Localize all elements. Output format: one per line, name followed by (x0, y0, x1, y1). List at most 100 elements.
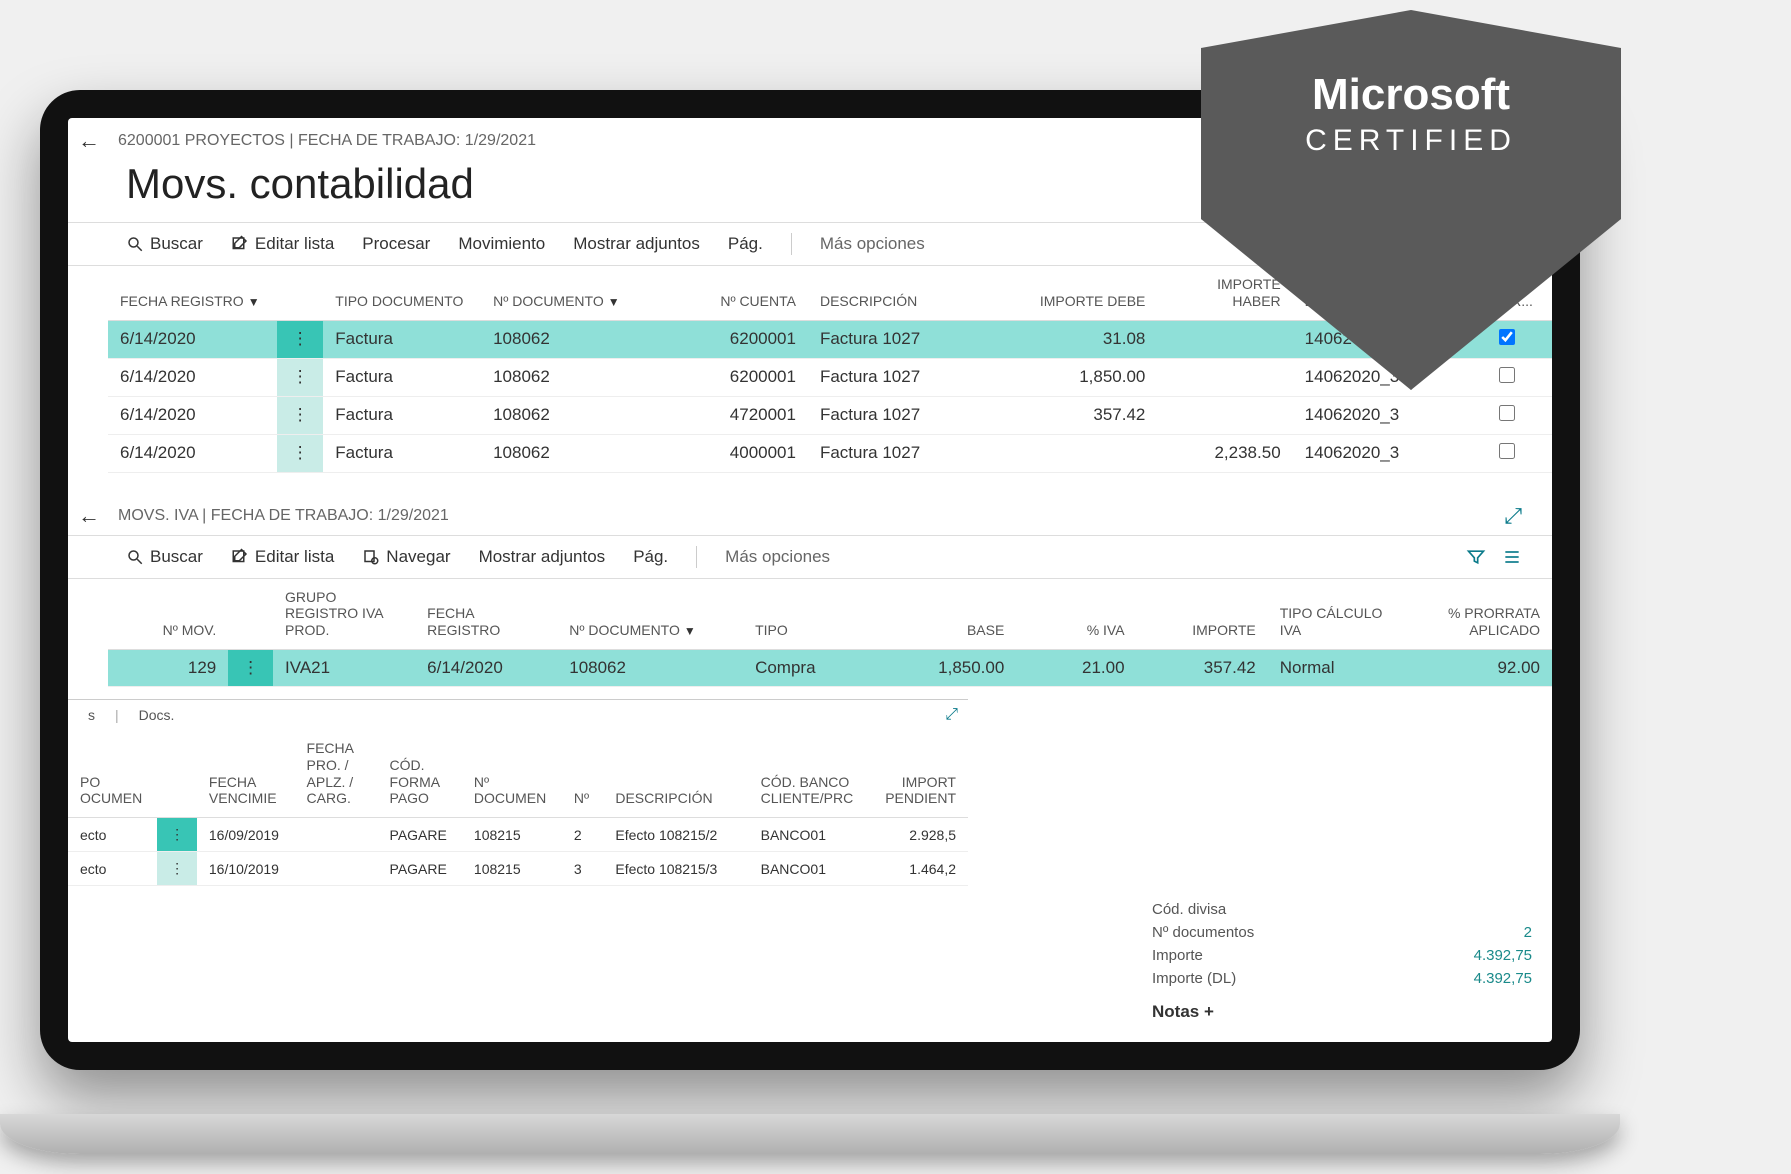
col-fecha-registro[interactable]: FECHA REGISTRO (120, 293, 244, 309)
cell-haber: 2,238.50 (1157, 434, 1292, 472)
col-fecha-pro[interactable]: FECHA PRO. / APLZ. / CARG. (307, 740, 354, 806)
row-actions-icon[interactable]: ⋮ (277, 358, 323, 396)
cod-divisa-label: Cód. divisa (1152, 901, 1226, 918)
col-fecha[interactable]: FECHA REGISTRO (427, 605, 500, 638)
row-actions-icon[interactable]: ⋮ (277, 434, 323, 472)
toolbar-separator (791, 233, 792, 255)
cell-ext: 14062020_3 (1293, 434, 1462, 472)
col-cod-forma[interactable]: CÓD. FORMA PAGO (390, 757, 440, 807)
row-actions-icon[interactable]: ⋮ (277, 320, 323, 358)
col-descripcion[interactable]: DESCRIPCIÓN (820, 293, 917, 309)
col-pct-prorrata[interactable]: % PRORRATA APLICADO (1448, 605, 1540, 638)
cell-desc: Factura 1027 (808, 320, 988, 358)
navigate-button[interactable]: Navegar (362, 547, 450, 567)
col-fecha-venc[interactable]: FECHA VENCIMIE (209, 774, 277, 807)
table-row[interactable]: 6/14/2020⋮Factura1080624000001Factura 10… (108, 434, 1552, 472)
cell-cuenta: 6200001 (661, 358, 808, 396)
col-n-doc[interactable]: Nº DOCUMENTO (569, 622, 680, 638)
edit-list-button[interactable]: Editar lista (231, 234, 334, 254)
breadcrumb-iva: MOVS. IVA | FECHA DE TRABAJO: 1/29/2021 (118, 507, 449, 525)
cell-n: 2 (562, 818, 604, 852)
expand-icon[interactable]: ⤢ (945, 706, 958, 724)
col-desc[interactable]: DESCRIPCIÓN (615, 790, 712, 806)
row-actions-icon[interactable]: ⋮ (228, 649, 273, 686)
movement-button[interactable]: Movimiento (458, 234, 545, 254)
collapse-icon[interactable]: ⤢ (1504, 503, 1522, 529)
notas-heading[interactable]: Notas + (1152, 1002, 1532, 1022)
col-importe-debe[interactable]: IMPORTE DEBE (1040, 293, 1146, 309)
prorrata-checkbox[interactable] (1499, 443, 1515, 459)
col-n-mov[interactable]: Nº MOV. (163, 622, 217, 638)
search-button[interactable]: Buscar (126, 234, 203, 254)
cell-pro (295, 852, 378, 886)
tab-s[interactable]: s (88, 707, 95, 723)
filter-applied-icon[interactable]: ▼ (684, 624, 696, 638)
filter-applied-icon[interactable]: ▼ (248, 295, 260, 309)
cell-tipo: Factura (323, 434, 481, 472)
importe-dl-value: 4.392,75 (1474, 970, 1532, 987)
cell-forma: PAGARE (378, 852, 462, 886)
col-pct-iva[interactable]: % IVA (1087, 622, 1125, 638)
cell-base: 1,850.00 (874, 649, 1016, 686)
cell-fecha: 6/14/2020 (108, 320, 277, 358)
col-n-cuenta[interactable]: Nº CUENTA (720, 293, 796, 309)
col-n[interactable]: Nº (574, 790, 589, 806)
filter-applied-icon[interactable]: ▼ (608, 295, 620, 309)
attachments-button[interactable]: Mostrar adjuntos (573, 234, 700, 254)
toolbar-iva: Buscar Editar lista Navegar Mostrar adju… (68, 535, 1552, 579)
cell-n: 3 (562, 852, 604, 886)
col-grupo[interactable]: GRUPO REGISTRO IVA PROD. (285, 589, 383, 639)
back-arrow-icon[interactable]: ← (78, 128, 118, 154)
col-import-pend[interactable]: IMPORT PENDIENT (885, 774, 956, 807)
cell-debe: 1,850.00 (988, 358, 1157, 396)
cell-ext: 14062020_3 (1293, 396, 1462, 434)
back-arrow-icon[interactable]: ← (78, 503, 118, 529)
row-actions-icon[interactable]: ⋮ (157, 818, 196, 852)
cell-fecha: 6/14/2020 (415, 649, 557, 686)
col-tipo[interactable]: TIPO (755, 622, 788, 638)
cell-cuenta: 4000001 (661, 434, 808, 472)
microsoft-certified-badge: Microsoft CERTIFIED (1201, 10, 1621, 390)
prorrata-checkbox[interactable] (1499, 405, 1515, 421)
process-button[interactable]: Procesar (362, 234, 430, 254)
table-row[interactable]: 6/14/2020⋮Factura1080624720001Factura 10… (108, 396, 1552, 434)
more-options-button[interactable]: Más opciones (820, 234, 925, 254)
col-tipo-doc[interactable]: TIPO DOCUMENTO (335, 293, 463, 309)
col-tipo-calc[interactable]: TIPO CÁLCULO IVA (1280, 605, 1383, 638)
importe-dl-label: Importe (DL) (1152, 970, 1236, 987)
attachments-button[interactable]: Mostrar adjuntos (479, 547, 606, 567)
more-options-button[interactable]: Más opciones (725, 547, 830, 567)
col-tipo-doc[interactable]: PO OCUMEN (80, 774, 142, 807)
col-base[interactable]: BASE (967, 622, 1004, 638)
cell-haber (1157, 396, 1292, 434)
cell-calc: Normal (1268, 649, 1399, 686)
filter-icon[interactable] (1466, 547, 1486, 567)
cell-tipo: Factura (323, 320, 481, 358)
row-actions-icon[interactable]: ⋮ (157, 852, 196, 886)
tab-docs[interactable]: Docs. (139, 707, 175, 723)
table-row[interactable]: 129 ⋮ IVA21 6/14/2020 108062 Compra 1,85… (108, 649, 1552, 686)
cell-pro (295, 818, 378, 852)
cell-ndoc: 108215 (462, 818, 562, 852)
list-view-icon[interactable] (1502, 547, 1522, 567)
col-n-doc[interactable]: Nº DOCUMENTO (493, 293, 604, 309)
col-n-doc[interactable]: Nº DOCUMEN (474, 774, 546, 807)
cell-desc: Efecto 108215/2 (603, 818, 748, 852)
iva-table: Nº MOV. GRUPO REGISTRO IVA PROD. FECHA R… (108, 579, 1552, 687)
cell-desc: Factura 1027 (808, 358, 988, 396)
col-importe[interactable]: IMPORTE (1192, 622, 1256, 638)
page-button[interactable]: Pág. (728, 234, 763, 254)
add-icon[interactable]: + (1204, 1002, 1214, 1021)
edit-list-button[interactable]: Editar lista (231, 547, 334, 567)
table-header-row: Nº MOV. GRUPO REGISTRO IVA PROD. FECHA R… (108, 579, 1552, 650)
table-row[interactable]: ecto⋮16/10/2019PAGARE1082153Efecto 10821… (68, 852, 968, 886)
search-button[interactable]: Buscar (126, 547, 203, 567)
row-actions-icon[interactable]: ⋮ (277, 396, 323, 434)
edit-list-icon (231, 235, 249, 253)
col-cod-banco[interactable]: CÓD. BANCO CLIENTE/PRC (761, 774, 854, 807)
page-button[interactable]: Pág. (633, 547, 668, 567)
cell-forma: PAGARE (378, 818, 462, 852)
cell-debe (988, 434, 1157, 472)
table-row[interactable]: ecto⋮16/09/2019PAGARE1082152Efecto 10821… (68, 818, 968, 852)
cell-banco: BANCO01 (749, 818, 870, 852)
